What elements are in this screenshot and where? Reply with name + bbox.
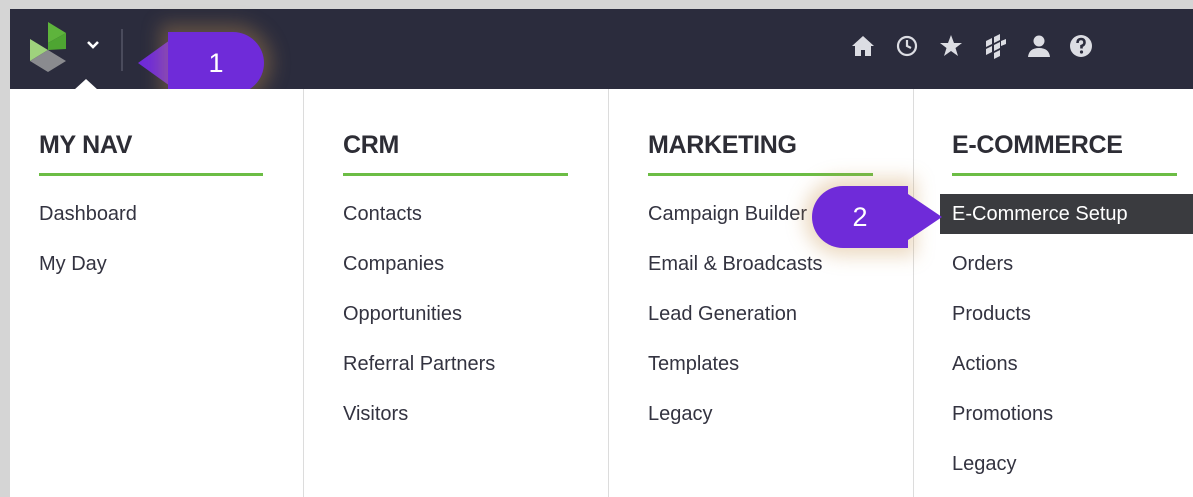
callout-two-tail <box>908 194 942 240</box>
column-my-nav: MY NAV Dashboard My Day <box>10 89 303 497</box>
column-marketing: MARKETING Campaign Builder Email & Broad… <box>609 89 913 497</box>
column-title: MARKETING <box>648 131 797 159</box>
help-icon[interactable] <box>1068 33 1094 59</box>
menu-item-actions[interactable]: Actions <box>952 344 1018 384</box>
menu-item-e-commerce-setup[interactable]: E-Commerce Setup <box>940 194 1193 234</box>
chevron-down-icon[interactable] <box>82 35 104 57</box>
user-icon[interactable] <box>1026 33 1052 59</box>
menu-item-companies[interactable]: Companies <box>343 244 444 284</box>
app-logo-icon[interactable] <box>28 19 74 81</box>
column-title: CRM <box>343 131 400 159</box>
menu-item-legacy[interactable]: Legacy <box>648 394 713 434</box>
topbar-divider <box>121 29 123 71</box>
column-rule <box>39 173 263 176</box>
menu-item-lead-generation[interactable]: Lead Generation <box>648 294 797 334</box>
callout-one-tail <box>138 40 170 86</box>
callout-one-label: 1 <box>168 32 264 94</box>
menu-item-dashboard[interactable]: Dashboard <box>39 194 137 234</box>
menu-item-opportunities[interactable]: Opportunities <box>343 294 462 334</box>
menu-item-orders[interactable]: Orders <box>952 244 1013 284</box>
menu-item-email-broadcasts[interactable]: Email & Broadcasts <box>648 244 823 284</box>
frame-border-top <box>0 0 1193 9</box>
column-rule <box>648 173 873 176</box>
column-title: MY NAV <box>39 131 133 159</box>
menu-item-promotions[interactable]: Promotions <box>952 394 1053 434</box>
menu-item-products[interactable]: Products <box>952 294 1031 334</box>
star-icon[interactable] <box>938 33 964 59</box>
menu-item-legacy-ecommerce[interactable]: Legacy <box>952 444 1017 484</box>
menu-item-my-day[interactable]: My Day <box>39 244 107 284</box>
column-rule <box>343 173 568 176</box>
clock-icon[interactable] <box>894 33 920 59</box>
frame-border-left <box>0 0 10 497</box>
home-icon[interactable] <box>850 33 876 59</box>
column-title: E-COMMERCE <box>952 131 1123 159</box>
menu-item-campaign-builder[interactable]: Campaign Builder <box>648 194 807 234</box>
menu-item-referral-partners[interactable]: Referral Partners <box>343 344 495 384</box>
callout-one: 1 <box>138 32 268 94</box>
menu-item-visitors[interactable]: Visitors <box>343 394 408 434</box>
column-rule <box>952 173 1177 176</box>
callout-two-label: 2 <box>812 186 908 248</box>
column-crm: CRM Contacts Companies Opportunities Ref… <box>304 89 608 497</box>
app-frame: 1 MY NAV Dashboard My Day CRM Contacts C… <box>0 0 1193 497</box>
callout-two: 2 <box>812 186 942 248</box>
column-e-commerce: E-COMMERCE E-Commerce Setup Orders Produ… <box>914 89 1193 497</box>
menu-item-templates[interactable]: Templates <box>648 344 739 384</box>
dashboard-grid-icon[interactable] <box>982 33 1008 59</box>
menu-item-contacts[interactable]: Contacts <box>343 194 422 234</box>
mega-menu: MY NAV Dashboard My Day CRM Contacts Com… <box>10 89 1193 497</box>
